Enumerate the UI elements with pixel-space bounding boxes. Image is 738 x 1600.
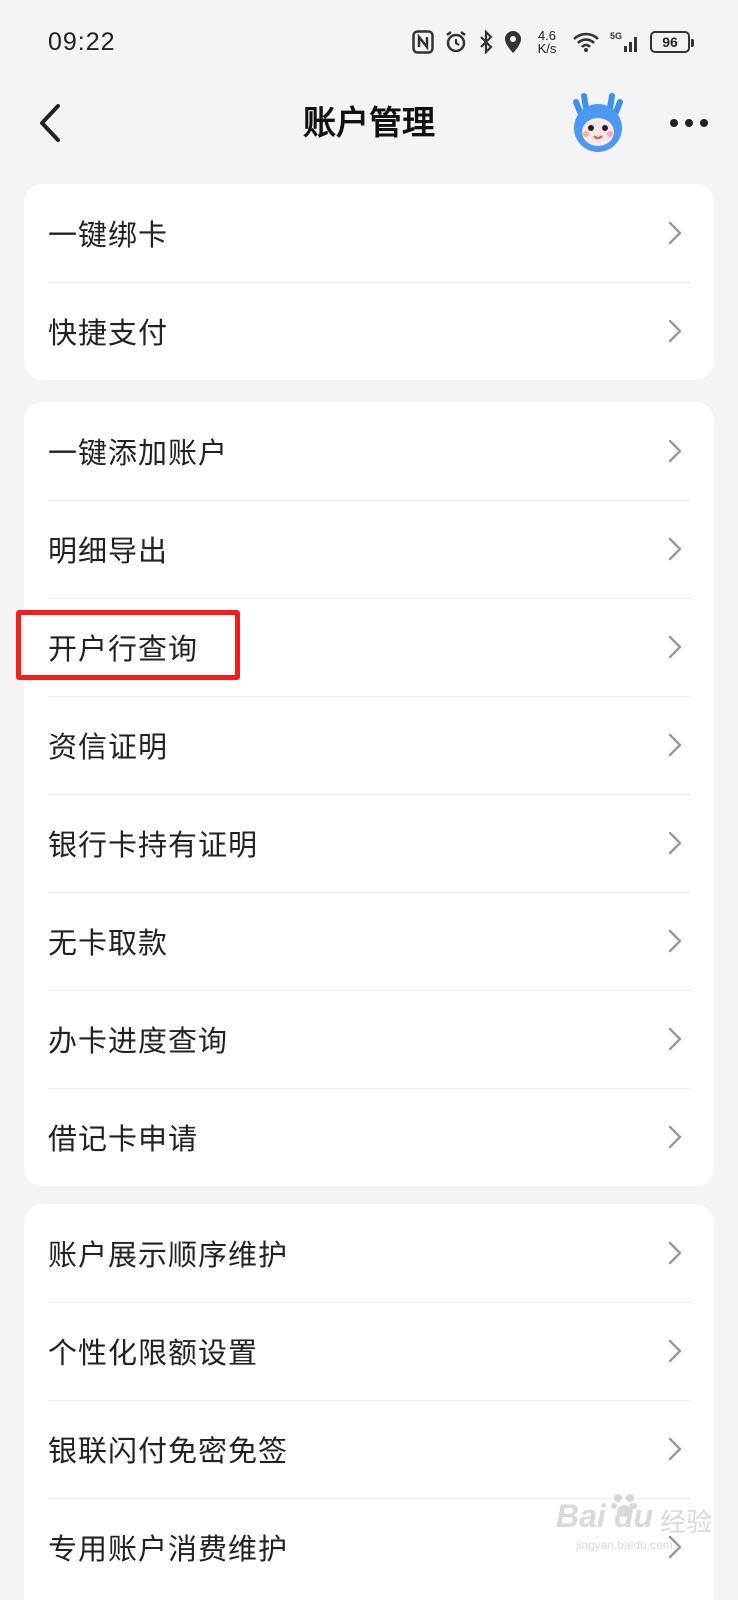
watermark-brand-suffix: du — [614, 1498, 654, 1534]
menu-item-label: 银行卡持有证明 — [48, 828, 259, 862]
assistant-avatar[interactable] — [566, 92, 630, 156]
network-speed: 4.6 K/s — [532, 29, 562, 55]
nav-bar: 账户管理 — [0, 84, 738, 194]
signal-icon: 5G — [610, 30, 640, 54]
menu-group-2: 一键添加账户 明细导出 开户行查询 资信证明 银行卡持有证明 无卡取款 办卡进度… — [24, 402, 714, 1186]
menu-item-label: 银联闪付免密免签 — [48, 1434, 289, 1468]
chevron-right-icon — [668, 1339, 682, 1363]
chevron-right-icon — [668, 439, 682, 463]
menu-item-credit-certificate[interactable]: 资信证明 — [24, 696, 714, 794]
menu-item-label: 专用账户消费维护 — [48, 1532, 289, 1566]
menu-item-label: 一键绑卡 — [48, 218, 169, 252]
menu-item-card-progress-query[interactable]: 办卡进度查询 — [24, 990, 714, 1088]
menu-item-unionpay-quickpass[interactable]: 银联闪付免密免签 — [24, 1400, 714, 1498]
location-icon — [504, 30, 522, 54]
svg-text:5G: 5G — [610, 31, 622, 41]
menu-item-account-order[interactable]: 账户展示顺序维护 — [24, 1204, 714, 1302]
chevron-right-icon — [668, 1437, 682, 1461]
status-time: 09:22 — [48, 27, 116, 56]
menu-item-label: 资信证明 — [48, 730, 169, 764]
chevron-right-icon — [668, 221, 682, 245]
menu-item-quick-pay[interactable]: 快捷支付 — [24, 282, 714, 380]
menu-item-card-holding-certificate[interactable]: 银行卡持有证明 — [24, 794, 714, 892]
chevron-right-icon — [668, 319, 682, 343]
menu-item-debit-card-apply[interactable]: 借记卡申请 — [24, 1088, 714, 1186]
menu-item-label: 快捷支付 — [48, 316, 169, 350]
battery-level: 96 — [662, 34, 678, 50]
chevron-right-icon — [668, 1241, 682, 1265]
menu-item-label: 借记卡申请 — [48, 1122, 199, 1156]
net-speed-unit: K/s — [537, 41, 557, 56]
menu-group-1: 一键绑卡 快捷支付 — [24, 184, 714, 380]
chevron-right-icon — [668, 1125, 682, 1149]
chevron-right-icon — [668, 733, 682, 757]
watermark-brand: Bai — [556, 1498, 606, 1534]
chevron-right-icon — [668, 929, 682, 953]
watermark-site: 经验 — [660, 1508, 713, 1538]
menu-item-label: 办卡进度查询 — [48, 1024, 229, 1058]
menu-item-limit-settings[interactable]: 个性化限额设置 — [24, 1302, 714, 1400]
nfc-icon — [412, 30, 434, 54]
more-icon-dot — [700, 119, 708, 127]
menu-item-detail-export[interactable]: 明细导出 — [24, 500, 714, 598]
menu-item-label: 明细导出 — [48, 534, 169, 568]
menu-item-bind-card[interactable]: 一键绑卡 — [24, 184, 714, 282]
menu-item-label: 个性化限额设置 — [48, 1336, 259, 1370]
battery-icon: 96 — [650, 31, 694, 53]
chevron-right-icon — [668, 1027, 682, 1051]
highlight-annotation — [16, 610, 240, 680]
bluetooth-icon — [478, 30, 494, 54]
menu-item-label: 无卡取款 — [48, 926, 169, 960]
menu-item-add-account[interactable]: 一键添加账户 — [24, 402, 714, 500]
baidu-watermark: Bai du 经验 jingyan.baidu.com — [556, 1494, 726, 1564]
chevron-right-icon — [668, 831, 682, 855]
alarm-icon — [444, 30, 468, 54]
status-bar: 09:22 4.6 K/s 5G 96 — [0, 0, 738, 84]
chevron-right-icon — [668, 537, 682, 561]
chevron-right-icon — [668, 635, 682, 659]
menu-item-label: 一键添加账户 — [48, 436, 229, 470]
watermark-url: jingyan.baidu.com — [576, 1538, 673, 1552]
more-button[interactable] — [664, 108, 714, 138]
wifi-icon — [572, 31, 600, 53]
menu-item-cardless-withdrawal[interactable]: 无卡取款 — [24, 892, 714, 990]
menu-item-label: 账户展示顺序维护 — [48, 1238, 289, 1272]
more-icon-dot — [670, 119, 678, 127]
status-icons: 4.6 K/s 5G 96 — [412, 29, 694, 55]
more-icon-dot — [685, 119, 693, 127]
